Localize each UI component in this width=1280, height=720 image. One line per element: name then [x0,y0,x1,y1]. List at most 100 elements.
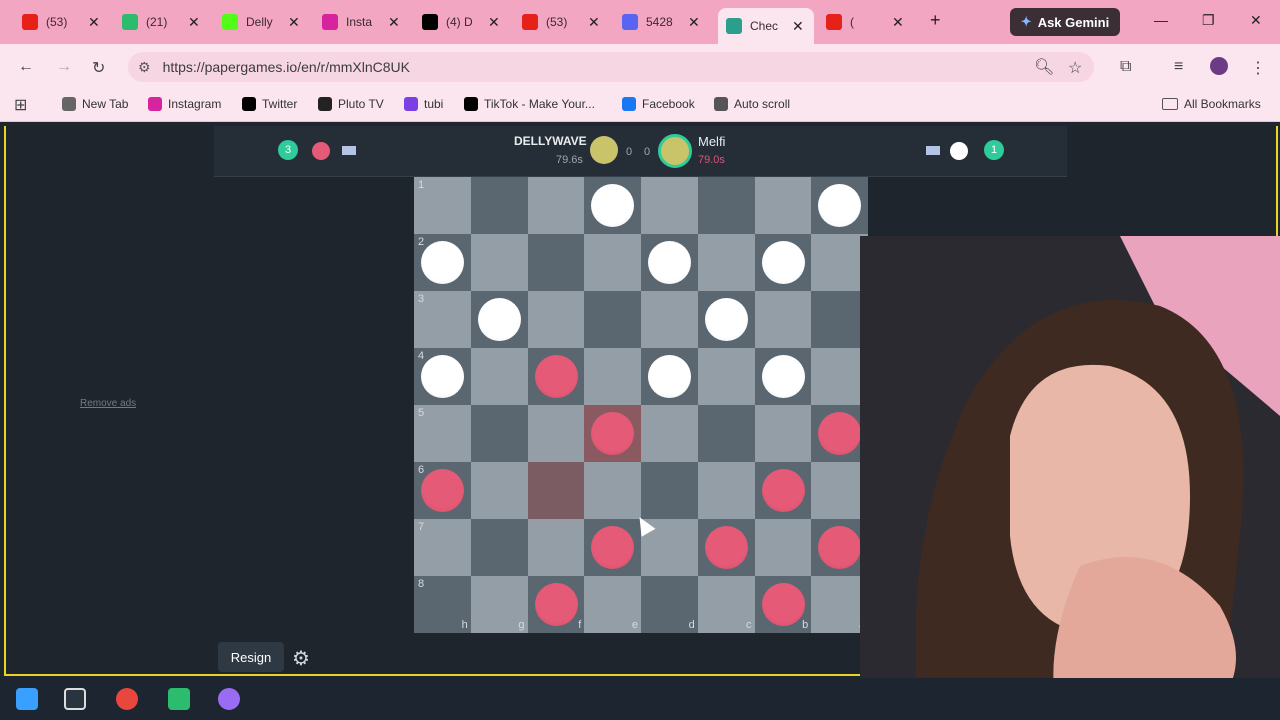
bookmark-item[interactable]: Facebook [622,97,695,111]
board-square[interactable] [641,462,698,519]
close-tab-icon[interactable]: ✕ [792,18,804,35]
restore-icon[interactable]: ❐ [1202,12,1215,29]
back-icon[interactable]: ← [18,58,34,76]
red-checker[interactable] [761,583,805,626]
bookmark-item[interactable]: tubi [404,97,443,111]
app-icon[interactable] [168,688,190,710]
apps-grid-icon[interactable]: ⊞ [14,95,27,115]
white-checker[interactable] [761,355,805,398]
board-square[interactable] [754,348,812,405]
red-checker[interactable] [818,526,862,569]
board-square[interactable] [584,177,641,234]
close-tab-icon[interactable]: ✕ [688,14,700,31]
white-checker[interactable] [761,241,805,284]
board-square[interactable] [697,348,755,405]
red-checker[interactable] [761,469,805,512]
board-square[interactable]: 4 [414,348,471,405]
board-square[interactable]: 2 [414,234,471,291]
task-view-icon[interactable] [64,688,86,710]
red-checker[interactable] [818,412,862,455]
board-square[interactable]: 6 [414,462,471,519]
board-square[interactable] [527,291,585,348]
browser-tab[interactable]: Chec ✕ [718,8,814,44]
board-square[interactable] [811,177,868,234]
white-checker[interactable] [648,241,691,284]
browser-tab[interactable]: (✕ [818,8,912,36]
new-tab-button[interactable]: + [930,10,941,31]
resign-button[interactable]: Resign [218,642,284,672]
gear-icon[interactable]: ⚙ [292,646,310,671]
board-square[interactable] [697,291,755,348]
board-square[interactable] [470,177,528,234]
browser-tab[interactable]: Delly ✕ [214,8,308,36]
white-checker[interactable] [704,298,748,341]
white-checker[interactable] [421,241,464,284]
board-square[interactable]: b [754,576,812,633]
board-square[interactable] [697,405,755,462]
board-square[interactable] [641,405,698,462]
board-square[interactable] [527,462,585,519]
board-square[interactable] [641,234,698,291]
close-tab-icon[interactable]: ✕ [88,14,100,31]
board-square[interactable] [470,234,528,291]
minimize-icon[interactable]: — [1154,12,1168,28]
browser-tab[interactable]: Insta ✕ [314,8,408,36]
bookmark-item[interactable]: New Tab [62,97,128,111]
close-tab-icon[interactable]: ✕ [588,14,600,31]
red-checker[interactable] [591,526,635,569]
app-icon[interactable] [218,688,240,710]
red-checker[interactable] [534,355,578,398]
white-checker[interactable] [477,298,521,341]
board-square[interactable]: 5 [414,405,471,462]
bookmark-item[interactable]: Instagram [148,97,221,111]
red-checker[interactable] [704,526,748,569]
board-square[interactable]: 3 [414,291,471,348]
board-square[interactable]: 1 [414,177,471,234]
board-square[interactable] [584,291,641,348]
red-checker[interactable] [421,469,464,512]
board-square[interactable] [754,234,812,291]
windows-start-icon[interactable] [16,688,38,710]
address-bar[interactable]: ⚙ https://papergames.io/en/r/mmXlnC8UK [128,52,1094,82]
board-square[interactable] [754,462,812,519]
forward-icon[interactable]: → [56,58,72,76]
white-checker[interactable] [818,184,862,227]
media-icon[interactable]: ≡ [1174,58,1183,76]
board-square[interactable] [527,405,585,462]
site-info-icon[interactable]: ⚙ [138,59,151,76]
extensions-icon[interactable]: ⧉ [1120,58,1131,76]
board-square[interactable] [754,177,812,234]
board-square[interactable] [697,519,755,576]
chrome-icon[interactable] [116,688,138,710]
board-square[interactable] [527,177,585,234]
board-square[interactable] [470,405,528,462]
board-square[interactable] [470,291,528,348]
browser-tab[interactable]: 5428 ✕ [614,8,708,36]
board-square[interactable] [527,348,585,405]
board-square[interactable]: c [697,576,755,633]
board-square[interactable] [527,519,585,576]
board-square[interactable]: g [470,576,528,633]
bookmark-item[interactable]: Pluto TV [318,97,384,111]
menu-icon[interactable]: ⋮ [1250,58,1266,78]
browser-tab[interactable]: (4) D ✕ [414,8,508,36]
board-square[interactable]: f [527,576,585,633]
close-tab-icon[interactable]: ✕ [388,14,400,31]
remove-ads-link[interactable]: Remove ads [80,398,136,409]
board-square[interactable] [527,234,585,291]
close-tab-icon[interactable]: ✕ [188,14,200,31]
player1-avatar[interactable] [590,136,618,164]
board-square[interactable] [641,291,698,348]
board-square[interactable] [470,519,528,576]
board-square[interactable] [584,405,641,462]
board-square[interactable] [584,462,641,519]
white-checker[interactable] [421,355,464,398]
bookmark-item[interactable]: Auto scroll [714,97,790,111]
board-square[interactable] [470,462,528,519]
board-square[interactable] [697,234,755,291]
board-square[interactable] [584,519,641,576]
close-tab-icon[interactable]: ✕ [488,14,500,31]
white-checker[interactable] [648,355,691,398]
browser-tab[interactable]: (53) ✕ [514,8,608,36]
ask-gemini-button[interactable]: ✦ Ask Gemini [1010,8,1120,36]
